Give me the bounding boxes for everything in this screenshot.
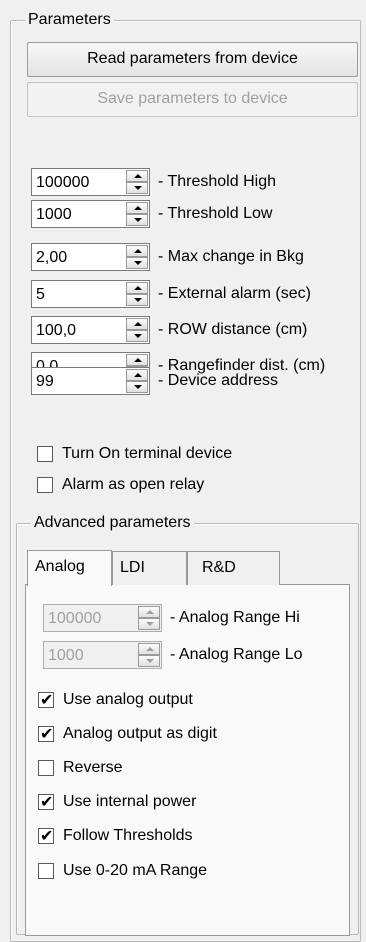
checkbox-icon[interactable] (37, 446, 53, 462)
use-analog-output-label: Use analog output (63, 691, 193, 708)
analog-range-lo-label: - Analog Range Lo (170, 646, 303, 663)
spin-up-arrow-icon[interactable] (126, 282, 148, 294)
threshold-high-label: - Threshold High (158, 173, 276, 190)
row-distance-label: - ROW distance (cm) (158, 321, 308, 338)
spin-down-arrow-icon[interactable] (126, 294, 148, 306)
row-distance-spinner[interactable]: 100,0 (31, 316, 150, 344)
device-address-spinner[interactable]: 99 (31, 367, 150, 395)
spin-down-arrow-icon[interactable] (138, 655, 160, 667)
spin-down-arrow-icon[interactable] (126, 214, 148, 226)
external-alarm-value[interactable]: 5 (36, 285, 45, 305)
follow-thresholds-label: Follow Thresholds (63, 827, 193, 844)
spin-down-arrow-icon[interactable] (138, 618, 160, 630)
spin-down-arrow-icon[interactable] (126, 381, 148, 393)
use-internal-power-label: Use internal power (63, 793, 197, 810)
checkbox-checked-icon[interactable] (38, 826, 54, 845)
external-alarm-spinner[interactable]: 5 (31, 280, 150, 308)
tab-ldi[interactable]: LDI (112, 551, 187, 585)
spin-up-arrow-icon[interactable] (138, 606, 160, 618)
threshold-low-label: - Threshold Low (158, 205, 273, 222)
reverse-label: Reverse (63, 759, 123, 776)
device-address-label: - Device address (158, 372, 279, 389)
spin-up-arrow-icon[interactable] (126, 202, 148, 214)
checkbox-icon[interactable] (38, 760, 54, 776)
checkbox-checked-icon[interactable] (38, 690, 54, 709)
spin-up-arrow-icon[interactable] (138, 643, 160, 655)
spin-up-arrow-icon[interactable] (126, 318, 148, 330)
threshold-low-spinner[interactable]: 1000 (31, 200, 150, 228)
parameters-group-title: Parameters (25, 11, 114, 29)
analog-range-hi-value[interactable]: 100000 (48, 609, 101, 629)
alarm-open-relay-label: Alarm as open relay (62, 476, 205, 493)
checkbox-checked-icon[interactable] (38, 792, 54, 811)
checkbox-checked-icon[interactable] (38, 724, 54, 743)
spin-down-arrow-icon[interactable] (126, 182, 148, 194)
advanced-parameters-title: Advanced parameters (31, 514, 194, 532)
max-change-bkg-spinner[interactable]: 2,00 (31, 243, 150, 271)
row-distance-value[interactable]: 100,0 (36, 321, 76, 341)
spin-up-arrow-icon[interactable] (126, 369, 148, 381)
external-alarm-label: - External alarm (sec) (158, 285, 311, 302)
tab-analog[interactable]: Analog (27, 550, 112, 586)
spin-up-arrow-icon[interactable] (126, 170, 148, 182)
spin-up-arrow-icon[interactable] (126, 245, 148, 257)
analog-range-lo-value[interactable]: 1000 (48, 646, 84, 666)
analog-output-as-digit-label: Analog output as digit (63, 725, 217, 742)
analog-range-hi-label: - Analog Range Hi (170, 609, 300, 626)
device-address-value[interactable]: 99 (36, 372, 54, 392)
max-change-bkg-value[interactable]: 2,00 (36, 248, 67, 268)
spin-down-arrow-icon[interactable] (126, 257, 148, 269)
tab-rd[interactable]: R&D (187, 551, 280, 585)
checkbox-icon[interactable] (37, 477, 53, 493)
spin-down-arrow-icon[interactable] (126, 330, 148, 342)
analog-range-lo-spinner[interactable]: 1000 (43, 641, 162, 669)
spin-up-arrow-icon[interactable] (126, 354, 148, 366)
analog-range-hi-spinner[interactable]: 100000 (43, 604, 162, 632)
checkbox-icon[interactable] (38, 863, 54, 879)
max-change-bkg-label: - Max change in Bkg (158, 248, 304, 265)
turn-on-terminal-label: Turn On terminal device (62, 445, 233, 462)
threshold-high-value[interactable]: 100000 (36, 173, 89, 193)
threshold-low-value[interactable]: 1000 (36, 205, 72, 225)
read-parameters-button[interactable]: Read parameters from device (27, 42, 358, 77)
threshold-high-spinner[interactable]: 100000 (31, 168, 150, 196)
save-parameters-button[interactable]: Save parameters to device (27, 82, 358, 117)
use-0-20ma-range-label: Use 0-20 mA Range (63, 862, 208, 879)
